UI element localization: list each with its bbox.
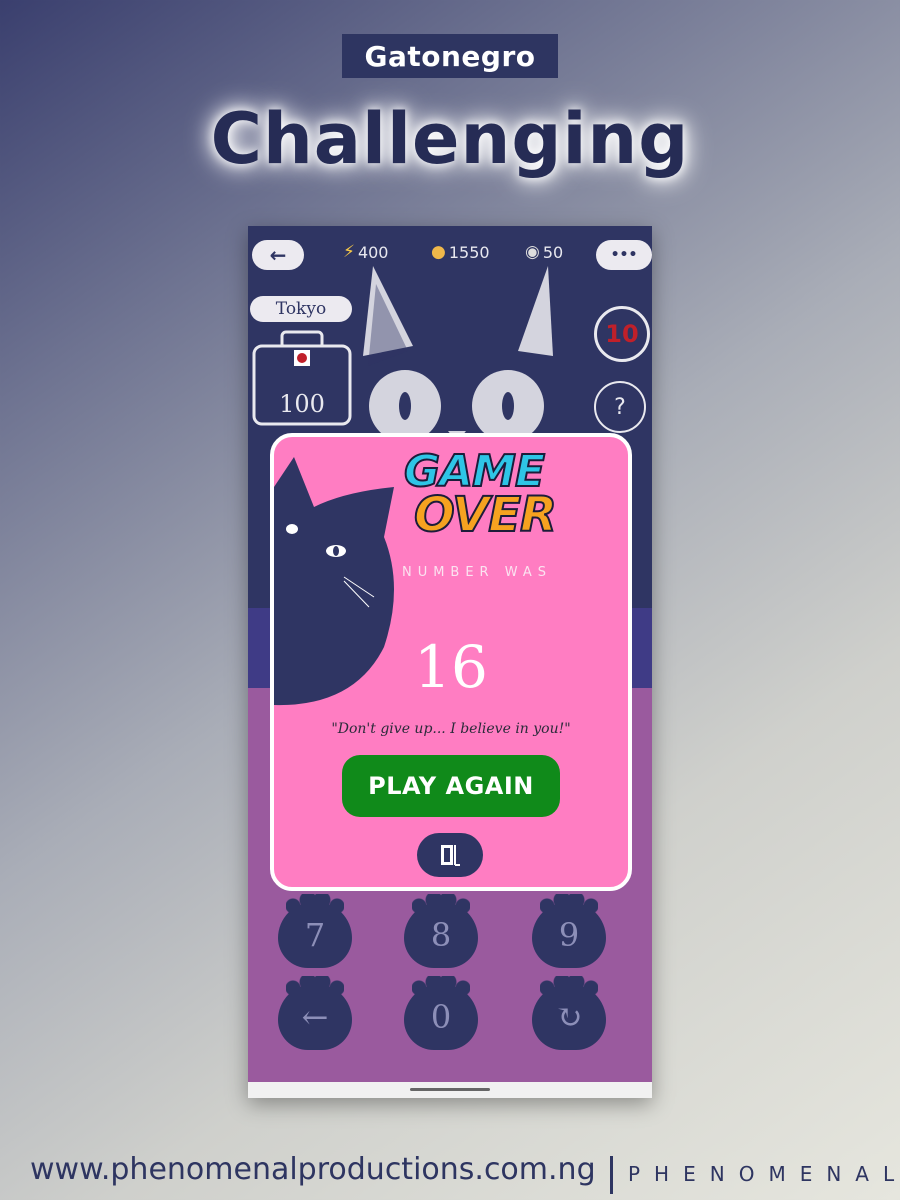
paw-coin-icon: ● (431, 242, 446, 262)
hints-stat: ◉ 50 (525, 242, 563, 262)
footer-divider (610, 1156, 613, 1194)
back-button[interactable]: ← (252, 240, 304, 270)
number-was-label: NUMBER WAS (401, 565, 553, 580)
key-backspace[interactable]: ← (278, 976, 352, 1050)
key-9[interactable]: 9 (532, 894, 606, 968)
hints-value: 50 (542, 242, 564, 262)
hint-cat-icon: ? (614, 394, 626, 420)
key-7[interactable]: 7 (278, 894, 352, 968)
energy-stat: ⚡ 400 (343, 242, 388, 262)
paws-value: 1550 (448, 242, 490, 262)
encouragement-quote: "Don't give up... I believe in you!" (331, 721, 571, 737)
paws-stat: ● 1550 (431, 242, 490, 262)
answer-number: 16 (414, 633, 488, 701)
home-indicator[interactable] (410, 1088, 490, 1091)
energy-value: 400 (357, 242, 389, 262)
exit-button[interactable] (417, 833, 483, 877)
lightning-icon: ⚡ (343, 242, 355, 262)
headline: Challenging (210, 98, 690, 180)
footer-url[interactable]: www.phenomenalproductions.com.ng (30, 1152, 596, 1187)
game-over-modal: GAME OVER NUMBER WAS 16 "Don't give up..… (270, 433, 632, 891)
menu-button[interactable]: ••• (596, 240, 652, 270)
game-over-line2: OVER (413, 486, 558, 543)
game-over-title: GAME OVER (394, 449, 558, 543)
play-again-button[interactable]: PLAY AGAIN (342, 755, 560, 817)
footer-logo: PHENOMENAL (628, 1162, 900, 1186)
hint-button[interactable]: ? (594, 381, 646, 433)
brand-tag: Gatonegro (342, 34, 558, 78)
exit-door-icon (441, 845, 460, 866)
key-0[interactable]: 0 (404, 976, 478, 1050)
suitcase-value: 100 (279, 390, 325, 418)
key-reset[interactable]: ↻ (532, 976, 606, 1050)
timer-badge: 10 (594, 306, 650, 362)
cat-face-icon: ◉ (525, 242, 540, 262)
key-8[interactable]: 8 (404, 894, 478, 968)
suitcase-widget[interactable]: 100 (252, 326, 352, 426)
city-label: Tokyo (250, 296, 352, 322)
